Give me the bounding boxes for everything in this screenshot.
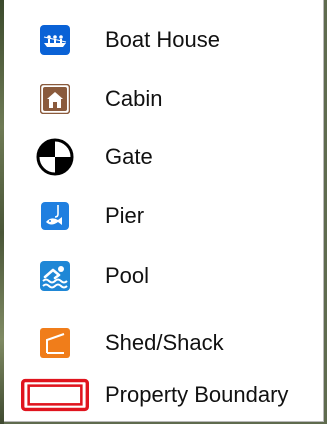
legend-label: Shed/Shack — [105, 330, 224, 355]
legend-label: Pool — [105, 263, 150, 288]
gate-icon — [36, 138, 74, 176]
cabin-icon — [40, 84, 70, 114]
legend-label: Gate — [105, 144, 153, 169]
boat-house-icon — [40, 25, 70, 55]
legend-label: Pier — [105, 203, 145, 228]
legend-label: Cabin — [105, 86, 163, 111]
legend-item-pool: Pool — [4, 256, 322, 296]
legend-item-pier: Pier — [4, 196, 322, 236]
legend-label: Property Boundary — [105, 382, 289, 407]
legend-item-boat-house: Boat House — [4, 20, 322, 60]
legend-label: Boat House — [105, 27, 220, 52]
legend-item-cabin: Cabin — [4, 79, 322, 119]
pier-icon — [41, 202, 69, 230]
legend-item-property-boundary: Property Boundary — [4, 375, 322, 415]
legend-item-shed-shack: Shed/Shack — [4, 323, 322, 363]
pool-icon — [40, 261, 70, 291]
property-boundary-icon — [21, 378, 89, 412]
map-legend: Boat House Cabin Gate Pier Pool Shed/Sha… — [4, 0, 324, 422]
shed-icon — [40, 328, 70, 358]
legend-item-gate: Gate — [4, 137, 322, 177]
